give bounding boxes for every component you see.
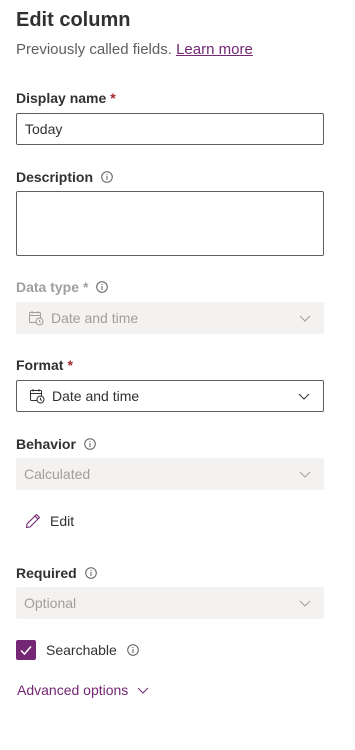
searchable-row: Searchable <box>16 640 139 660</box>
edit-button-label: Edit <box>50 513 75 529</box>
behavior-label-text: Behavior <box>16 436 76 452</box>
data-type-value: Date and time <box>51 310 139 326</box>
checkmark-icon <box>20 646 32 656</box>
chevron-down-icon <box>298 311 312 325</box>
info-icon[interactable] <box>127 644 139 656</box>
data-type-dropdown: Date and time <box>16 302 324 334</box>
chevron-down-icon <box>297 389 311 403</box>
advanced-options-toggle[interactable]: Advanced options <box>17 680 150 700</box>
advanced-options-label: Advanced options <box>17 682 129 698</box>
display-name-label: Display name * <box>16 90 116 106</box>
learn-more-link[interactable]: Learn more <box>176 41 253 58</box>
calendar-clock-icon <box>29 388 45 404</box>
searchable-label: Searchable <box>46 642 117 658</box>
edit-button[interactable]: Edit <box>24 510 74 532</box>
required-asterisk: * <box>83 279 89 295</box>
format-value: Date and time <box>52 388 140 404</box>
required-asterisk: * <box>67 357 73 373</box>
display-name-input[interactable]: Today <box>16 113 324 145</box>
info-icon[interactable] <box>101 171 113 183</box>
format-label: Format * <box>16 357 73 373</box>
description-label: Description <box>16 169 113 185</box>
required-value: Optional <box>24 595 77 611</box>
format-dropdown[interactable]: Date and time <box>16 380 324 412</box>
description-label-text: Description <box>16 169 94 185</box>
chevron-down-icon <box>298 596 312 610</box>
required-label: Required <box>16 565 97 581</box>
required-dropdown: Optional <box>16 587 324 619</box>
description-input[interactable] <box>16 191 324 256</box>
behavior-dropdown: Calculated <box>16 458 324 490</box>
chevron-down-icon <box>136 683 150 697</box>
data-type-label-text: Data type <box>16 279 80 295</box>
behavior-label: Behavior <box>16 436 96 452</box>
panel-subtitle: Previously called fields. Learn more <box>16 41 253 58</box>
calendar-clock-icon <box>28 310 44 326</box>
info-icon[interactable] <box>84 438 96 450</box>
info-icon[interactable] <box>84 567 97 579</box>
info-icon[interactable] <box>96 281 109 293</box>
required-asterisk: * <box>110 90 116 106</box>
display-name-label-text: Display name <box>16 90 107 106</box>
subtitle-text: Previously called fields. <box>16 41 172 58</box>
searchable-checkbox[interactable] <box>16 640 36 660</box>
chevron-down-icon <box>298 467 312 481</box>
format-label-text: Format <box>16 357 64 373</box>
required-label-text: Required <box>16 565 77 581</box>
data-type-label: Data type * <box>16 279 109 295</box>
behavior-value: Calculated <box>24 466 91 482</box>
pencil-icon <box>24 512 42 530</box>
panel-title: Edit column <box>16 9 131 31</box>
